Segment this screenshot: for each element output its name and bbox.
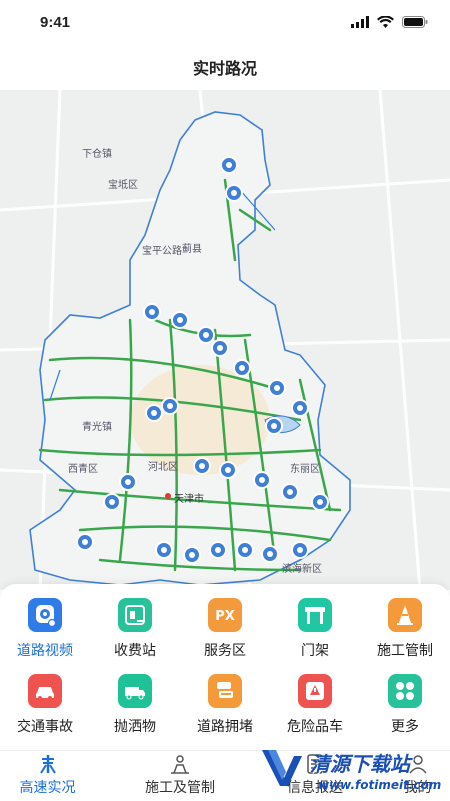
grid-label: 施工管制 — [377, 643, 433, 659]
watermark-url: www.fotimeit.com — [318, 778, 442, 792]
camera-marker[interactable] — [224, 183, 244, 203]
camera-marker[interactable] — [235, 540, 255, 560]
tab-construction-control[interactable]: 施工及管制 — [125, 751, 235, 801]
grid-item-congestion[interactable]: 道路拥堵 — [180, 664, 270, 738]
camera-marker[interactable] — [232, 358, 252, 378]
map-label: 滨海新区 — [282, 564, 322, 575]
grid-item-spill[interactable]: 抛洒物 — [90, 664, 180, 738]
tab-highway-live[interactable]: 高速实况 — [0, 751, 95, 801]
grid-item-road-video[interactable]: 道路视频 — [0, 588, 90, 662]
city-boundary — [29, 111, 351, 586]
camera-marker[interactable] — [182, 545, 202, 565]
map-label: 蓟县 — [182, 244, 202, 255]
camera-marker[interactable] — [267, 378, 287, 398]
toll-station-icon — [118, 598, 152, 632]
status-time: 9:41 — [40, 14, 71, 31]
camera-marker[interactable] — [260, 544, 280, 564]
road-video-icon — [28, 598, 62, 632]
camera-marker[interactable] — [154, 540, 174, 560]
grid-label: 交通事故 — [17, 719, 73, 735]
grid-label: 门架 — [301, 643, 329, 659]
nav-bar: 实时路况 — [0, 48, 450, 90]
camera-marker[interactable] — [118, 472, 138, 492]
map-label: 东丽区 — [290, 464, 320, 475]
camera-marker[interactable] — [192, 456, 212, 476]
grid-label: 道路视频 — [17, 643, 73, 659]
function-panel: 道路视频 收费站 PX 服务区 门架 施工管制 交通事故 抛洒物 道路拥堵 危险… — [0, 584, 450, 750]
svg-text:PX: PX — [215, 609, 235, 624]
tab-label: 高速实况 — [19, 780, 76, 796]
grid-label: 危险品车 — [287, 719, 343, 735]
spill-truck-icon — [118, 674, 152, 708]
grid-label: 抛洒物 — [114, 719, 156, 735]
grid-item-more[interactable]: 更多 — [360, 664, 450, 738]
watermark: 清源下载站 www.fotimeit.com — [258, 742, 450, 800]
grid-item-service-area[interactable]: PX 服务区 — [180, 588, 270, 662]
grid-item-traffic-accident[interactable]: 交通事故 — [0, 664, 90, 738]
map-label: 宝坻区 — [108, 180, 138, 191]
map-label: 天津市 — [174, 494, 204, 505]
gantry-icon — [298, 598, 332, 632]
wifi-icon — [377, 16, 394, 28]
camera-marker[interactable] — [142, 302, 162, 322]
grid-label: 更多 — [391, 719, 419, 735]
map-label: 青光镇 — [82, 422, 112, 433]
watermark-text: 清源下载站 — [310, 752, 410, 776]
grid-item-construction-control[interactable]: 施工管制 — [360, 588, 450, 662]
camera-marker[interactable] — [210, 338, 230, 358]
camera-marker[interactable] — [102, 492, 122, 512]
camera-marker[interactable] — [170, 310, 190, 330]
camera-marker[interactable] — [264, 416, 284, 436]
camera-marker[interactable] — [290, 398, 310, 418]
camera-marker[interactable] — [290, 540, 310, 560]
more-icon — [388, 674, 422, 708]
congestion-icon — [208, 674, 242, 708]
camera-marker[interactable] — [280, 482, 300, 502]
construction-cone-icon — [388, 598, 422, 632]
grid-item-toll-station[interactable]: 收费站 — [90, 588, 180, 662]
grid-label: 收费站 — [114, 643, 156, 659]
signal-icon — [351, 16, 369, 28]
camera-marker[interactable] — [144, 403, 164, 423]
construction-worker-icon — [125, 753, 235, 775]
camera-marker[interactable] — [218, 460, 238, 480]
grid-item-gantry[interactable]: 门架 — [270, 588, 360, 662]
status-bar: 9:41 — [0, 0, 450, 48]
camera-marker[interactable] — [219, 155, 239, 175]
camera-marker[interactable] — [310, 492, 330, 512]
camera-marker[interactable] — [252, 470, 272, 490]
grid-label: 服务区 — [204, 643, 246, 659]
grid-item-hazmat-vehicle[interactable]: 危险品车 — [270, 664, 360, 738]
highway-icon — [0, 753, 95, 775]
grid-label: 道路拥堵 — [197, 719, 253, 735]
hazmat-truck-icon — [298, 674, 332, 708]
map-label: 西青区 — [68, 464, 98, 475]
service-area-icon: PX — [208, 598, 242, 632]
camera-marker[interactable] — [208, 540, 228, 560]
traffic-map[interactable]: 宝坻区 下仓镇 宝平公路 蓟县 青光镇 西青区 河北区 天津市 滨海新区 东丽区 — [0, 90, 450, 590]
map-label: 下仓镇 — [82, 149, 112, 160]
watermark-logo-icon — [262, 750, 302, 786]
map-label: 河北区 — [148, 462, 178, 473]
traffic-accident-icon — [28, 674, 62, 708]
battery-icon — [402, 16, 428, 28]
map-label: 宝平公路 — [142, 246, 182, 257]
page-title: 实时路况 — [192, 59, 257, 78]
status-icons — [351, 16, 428, 28]
tab-label: 施工及管制 — [145, 780, 215, 796]
camera-marker[interactable] — [75, 532, 95, 552]
